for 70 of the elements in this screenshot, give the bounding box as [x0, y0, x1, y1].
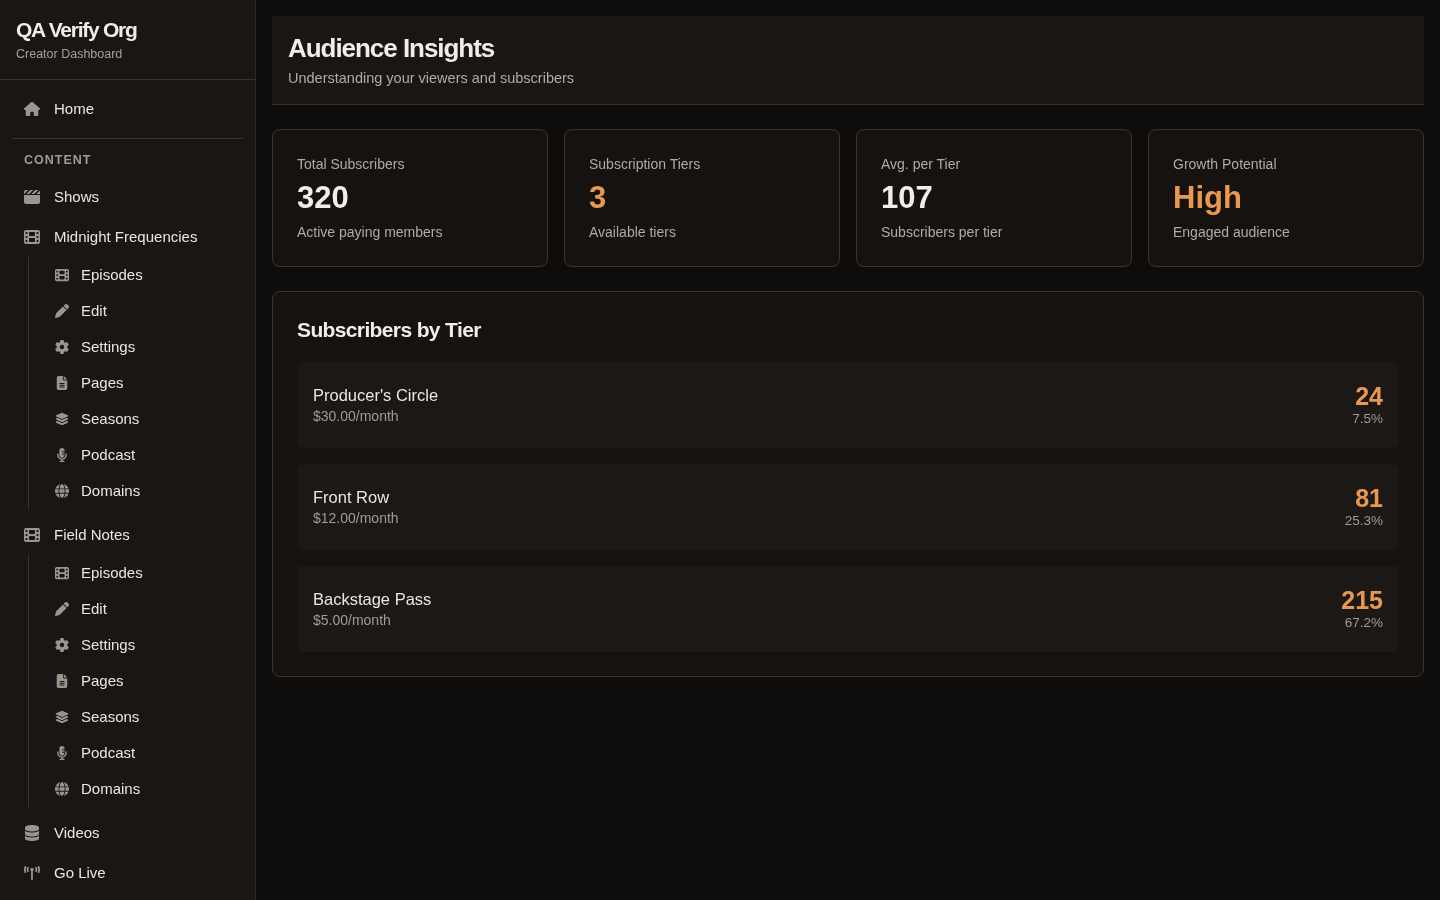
stat-caption: Available tiers [589, 223, 677, 242]
tier-count: 215 [1341, 586, 1383, 614]
document-icon [55, 674, 69, 688]
pencil-icon [55, 304, 69, 318]
microphone-icon [55, 746, 69, 760]
page-subtitle: Understanding your viewers and subscribers [288, 69, 576, 88]
nav-item[interactable]: Edit [43, 293, 243, 329]
document-icon [55, 376, 69, 390]
section-label: CONTENT [23, 152, 93, 169]
settings-icon [55, 340, 69, 354]
nav-item[interactable]: Domains [43, 771, 243, 807]
globe-icon [55, 484, 69, 498]
stat-caption: Subscribers per tier [881, 223, 1004, 242]
tier-price: $12.00/month [313, 509, 399, 528]
stat-caption: Active paying members [297, 223, 444, 242]
nav-item[interactable]: Domains [43, 473, 243, 509]
tier-price: $5.00/month [313, 611, 392, 630]
nav-item[interactable]: Settings [43, 627, 243, 663]
film-icon [55, 268, 69, 282]
home-icon [24, 101, 40, 117]
stat-value: 320 [297, 179, 350, 217]
layers-icon [55, 412, 69, 426]
layers-icon [55, 710, 69, 724]
pencil-icon [55, 602, 69, 616]
clapperboard-icon [24, 189, 40, 205]
stat-value: 3 [589, 179, 608, 217]
nav-item[interactable]: Podcast [43, 437, 243, 473]
nav-item[interactable]: Podcast [43, 735, 243, 771]
stat-value: High [1173, 179, 1243, 217]
org-subtitle: Creator Dashboard [16, 46, 124, 63]
tier-count: 24 [1355, 382, 1383, 410]
film-icon [24, 229, 40, 245]
nav-item[interactable]: Seasons [43, 699, 243, 735]
tier-name: Backstage Pass [313, 589, 432, 610]
globe-icon [55, 782, 69, 796]
tier-name: Producer's Circle [313, 385, 439, 406]
panel-title: Subscribers by Tier [297, 317, 482, 343]
stat-label: Avg. per Tier [881, 155, 962, 174]
tier-name: Front Row [313, 487, 391, 508]
nav-item[interactable]: Pages [43, 365, 243, 401]
tier-share: 67.2% [1344, 614, 1383, 632]
tier-count: 81 [1355, 484, 1383, 512]
stat-value: 107 [881, 179, 934, 217]
nav-item[interactable]: Field Notes [12, 515, 243, 555]
stat-label: Growth Potential [1173, 155, 1278, 174]
film-icon [24, 527, 40, 543]
nav-item[interactable]: Midnight Frequencies [12, 217, 243, 257]
tier-price: $30.00/month [313, 407, 400, 426]
nav-item[interactable]: Shows [12, 177, 243, 217]
nav-item[interactable]: Go Live [12, 853, 243, 893]
tier-share: 25.3% [1344, 512, 1383, 530]
nav-item[interactable]: Home [12, 89, 243, 129]
tier-share: 7.5% [1352, 410, 1383, 428]
film-icon [55, 566, 69, 580]
nav-item[interactable]: Pages [43, 663, 243, 699]
nav-item[interactable]: Episodes [43, 555, 243, 591]
nav-item[interactable]: Episodes [43, 257, 243, 293]
database-icon [24, 825, 40, 841]
stat-label: Subscription Tiers [589, 155, 702, 174]
microphone-icon [55, 448, 69, 462]
nav-item[interactable]: Edit [43, 591, 243, 627]
org-name: QA Verify Org [16, 17, 138, 43]
nav-item[interactable]: Videos [12, 813, 243, 853]
nav-item[interactable]: Settings [43, 329, 243, 365]
nav-item[interactable]: Seasons [43, 401, 243, 437]
page-title: Audience Insights [288, 32, 496, 64]
stat-caption: Engaged audience [1173, 223, 1291, 242]
stat-label: Total Subscribers [297, 155, 406, 174]
antenna-icon [24, 865, 40, 881]
settings-icon [55, 638, 69, 652]
